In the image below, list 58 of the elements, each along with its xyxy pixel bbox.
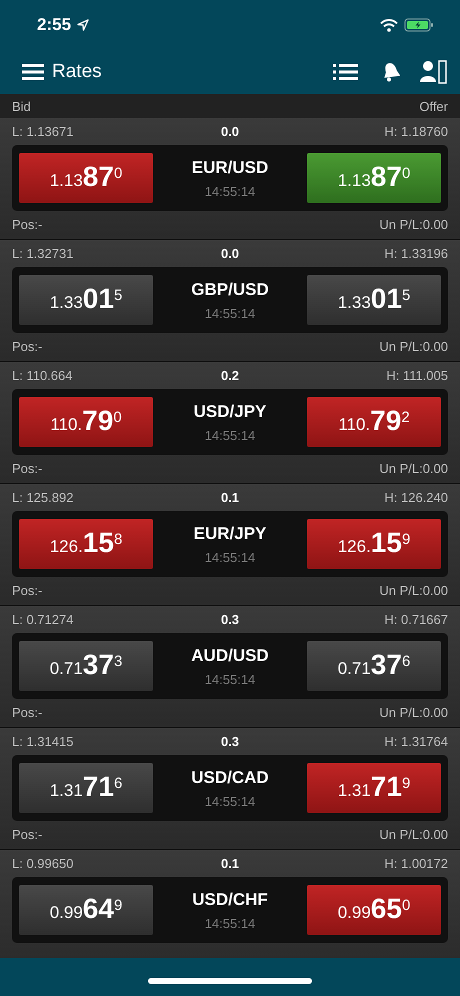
currency-pair: GBP/USD — [191, 280, 269, 300]
position-label: Pos:- — [12, 705, 42, 720]
list-icon[interactable] — [333, 63, 358, 81]
high-price: H: 126.240 — [384, 490, 448, 505]
low-price: L: 1.32731 — [12, 246, 74, 261]
bell-icon[interactable] — [382, 62, 400, 82]
currency-pair: USD/CAD — [191, 768, 269, 788]
offer-column-label: Offer — [419, 98, 448, 114]
unrealized-pl: Un P/L:0.00 — [379, 217, 448, 232]
high-price: H: 1.33196 — [384, 246, 448, 261]
position-label: Pos:- — [12, 827, 42, 842]
quote-time: 14:55:14 — [204, 184, 256, 198]
spread-value: 0.0 — [220, 124, 240, 139]
position-label: Pos:- — [12, 461, 42, 476]
currency-pair: USD/CHF — [192, 890, 268, 910]
unrealized-pl: Un P/L:0.00 — [379, 827, 448, 842]
spread-value: 0.3 — [220, 612, 240, 627]
high-price: H: 1.31764 — [384, 734, 448, 749]
currency-pair: AUD/USD — [191, 646, 269, 666]
currency-pair: EUR/JPY — [194, 524, 266, 544]
low-price: L: 125.892 — [12, 490, 74, 505]
quote-time: 14:55:14 — [204, 306, 256, 320]
spread-value: 0.1 — [220, 490, 240, 505]
high-price: H: 0.71667 — [384, 612, 448, 627]
unrealized-pl: Un P/L:0.00 — [379, 339, 448, 354]
position-label: Pos:- — [12, 583, 42, 598]
quote-time: 14:55:14 — [204, 550, 256, 564]
quote-time: 14:55:14 — [204, 794, 256, 808]
high-price: H: 1.00172 — [384, 856, 448, 871]
high-price: H: 111.005 — [386, 368, 448, 383]
position-label: Pos:- — [12, 217, 42, 232]
spread-value: 0.1 — [220, 856, 240, 871]
low-price: L: 1.13671 — [12, 124, 74, 139]
unrealized-pl: Un P/L:0.00 — [379, 461, 448, 476]
battery-icon — [404, 18, 434, 32]
quote-time: 14:55:14 — [204, 672, 256, 686]
bid-column-label: Bid — [12, 98, 31, 114]
page-title: Rates — [52, 61, 102, 83]
low-price: L: 1.31415 — [12, 734, 74, 749]
low-price: L: 0.99650 — [12, 856, 74, 871]
unrealized-pl: Un P/L:0.00 — [379, 583, 448, 598]
location-arrow-icon — [77, 19, 90, 31]
quote-time: 14:55:14 — [204, 428, 256, 442]
high-price: H: 1.18760 — [384, 124, 448, 139]
spread-value: 0.2 — [220, 368, 240, 383]
currency-pair: EUR/USD — [192, 158, 268, 178]
menu-icon[interactable] — [22, 63, 44, 81]
currency-pair: USD/JPY — [194, 402, 266, 422]
position-label: Pos:- — [12, 339, 42, 354]
status-time: 2:55 — [37, 15, 72, 35]
quote-time: 14:55:14 — [204, 916, 256, 930]
user-logout-icon[interactable] — [420, 60, 448, 84]
low-price: L: 110.664 — [12, 368, 72, 383]
spread-value: 0.0 — [220, 246, 240, 261]
low-price: L: 0.71274 — [12, 612, 74, 627]
unrealized-pl: Un P/L:0.00 — [379, 705, 448, 720]
wifi-icon — [380, 18, 398, 32]
spread-value: 0.3 — [220, 734, 240, 749]
